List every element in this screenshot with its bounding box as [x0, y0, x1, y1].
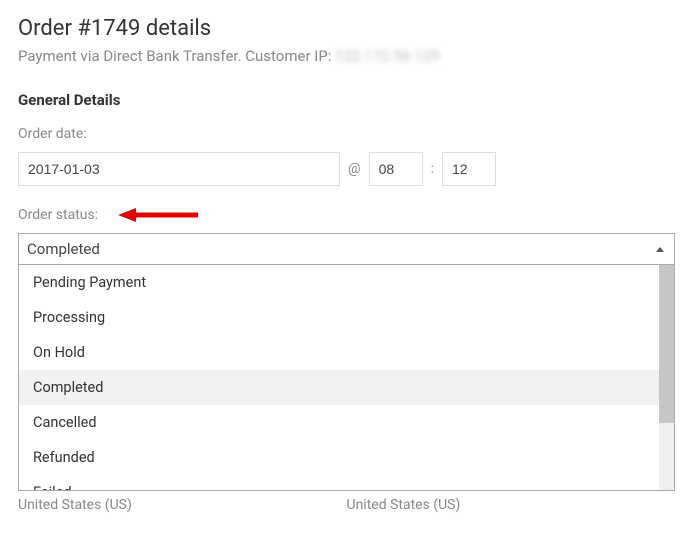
- status-option-processing[interactable]: Processing: [19, 300, 674, 335]
- at-separator: @: [346, 161, 363, 177]
- footer-country-right: United States (US): [347, 497, 676, 513]
- section-title-general: General Details: [18, 91, 675, 109]
- selected-status-label: Completed: [27, 240, 100, 258]
- order-status-dropdown: Pending Payment Processing On Hold Compl…: [18, 265, 675, 491]
- status-option-pending-payment[interactable]: Pending Payment: [19, 265, 674, 300]
- order-status-select[interactable]: Completed: [18, 233, 675, 265]
- status-option-cancelled[interactable]: Cancelled: [19, 405, 674, 440]
- payment-method-text: Payment via Direct Bank Transfer. Custom…: [18, 47, 335, 65]
- page-title: Order #1749 details: [18, 16, 675, 41]
- footer-row: United States (US) United States (US): [18, 497, 675, 513]
- payment-info: Payment via Direct Bank Transfer. Custom…: [18, 47, 675, 65]
- order-minute-input[interactable]: [442, 152, 496, 186]
- order-hour-input[interactable]: [369, 152, 423, 186]
- status-option-on-hold[interactable]: On Hold: [19, 335, 674, 370]
- colon-separator: :: [429, 161, 436, 177]
- customer-ip: 122.172.56.129: [335, 47, 440, 65]
- footer-country-left: United States (US): [18, 497, 347, 513]
- status-option-failed[interactable]: Failed: [19, 475, 674, 490]
- order-date-input[interactable]: [18, 152, 340, 186]
- dropdown-scrollbar-thumb[interactable]: [659, 265, 674, 423]
- caret-up-icon: [656, 247, 664, 252]
- status-option-completed[interactable]: Completed: [19, 370, 674, 405]
- status-option-refunded[interactable]: Refunded: [19, 440, 674, 475]
- callout-arrow-icon: [118, 207, 198, 223]
- order-date-label: Order date:: [18, 126, 87, 142]
- dropdown-scrollbar-track[interactable]: [659, 265, 674, 490]
- order-date-row: @ :: [18, 152, 675, 186]
- order-status-label: Order status:: [18, 207, 98, 223]
